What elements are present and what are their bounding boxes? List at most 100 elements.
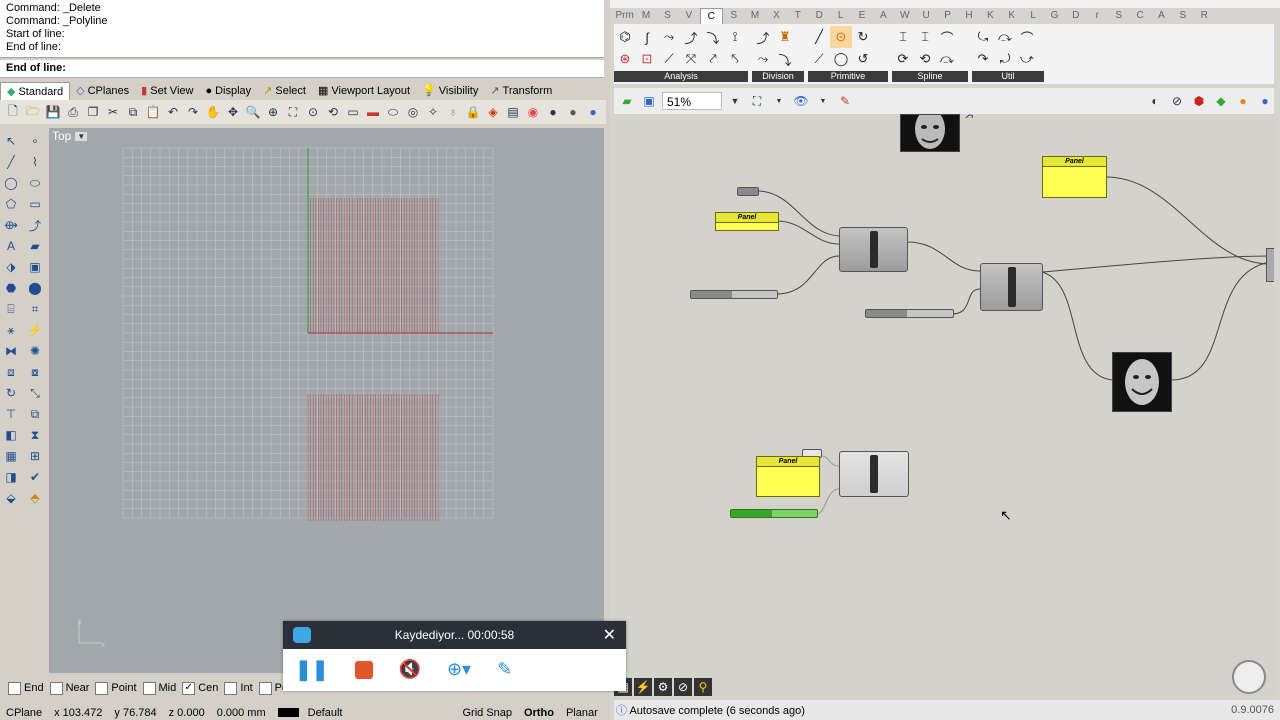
layer-icon[interactable]: ◈ — [484, 103, 502, 121]
curve-curv-icon[interactable]: ⤣ — [724, 48, 746, 70]
circle-icon[interactable]: ◯ — [2, 174, 20, 192]
webcam-icon[interactable]: ⊕▾ — [447, 659, 471, 680]
text-icon[interactable]: A — [2, 237, 20, 255]
point-icon[interactable]: ∘ — [26, 132, 44, 150]
viewport-title[interactable]: Top ▼ — [52, 129, 88, 143]
solid-icon[interactable]: ⬣ — [2, 279, 20, 297]
close-icon[interactable]: ✕ — [603, 625, 616, 645]
polyline-icon[interactable]: ⌶ — [892, 26, 914, 48]
target-icon[interactable]: ◎ — [404, 103, 422, 121]
curve-length-icon[interactable]: ∫ — [636, 26, 658, 48]
curve-div-icon[interactable]: ⟋ — [658, 48, 680, 70]
analyze-icon[interactable]: ◨ — [2, 468, 20, 486]
extend-icon[interactable]: ⤾ — [994, 48, 1016, 70]
snap-cen[interactable]: ✓ Cen — [182, 681, 218, 695]
polygon-icon[interactable]: ⬠ — [2, 195, 20, 213]
offset-icon[interactable]: ⤿ — [972, 26, 994, 48]
nurbs-icon[interactable]: ⌒ — [936, 26, 958, 48]
panel-component[interactable]: Panel — [1042, 156, 1107, 198]
tab-display[interactable]: ● Display — [199, 82, 257, 100]
scale-icon[interactable]: ⤡ — [26, 384, 44, 402]
checkbox[interactable] — [224, 681, 238, 695]
gh-tab[interactable]: G — [1044, 8, 1065, 24]
gh-tab[interactable]: D — [1065, 8, 1086, 24]
curve-frame-icon[interactable]: ⤵ — [702, 26, 724, 48]
chevron-down-icon[interactable]: ▼ — [814, 92, 832, 110]
gh-tab[interactable]: S — [657, 8, 678, 24]
image-sampler-component[interactable] — [900, 114, 960, 152]
save-icon[interactable]: 💾 — [44, 103, 62, 121]
gh-tab[interactable]: X — [766, 8, 787, 24]
ellipse-icon[interactable]: ⬭ — [26, 174, 44, 192]
gh-tab[interactable]: U — [915, 8, 936, 24]
gh-component[interactable] — [980, 263, 1043, 311]
extrude-icon[interactable]: ⬗ — [2, 258, 20, 276]
car-icon[interactable]: ▬ — [364, 103, 382, 121]
gh-canvas[interactable]: Panel Panel Panel ↖ — [614, 114, 1274, 700]
widget-icon[interactable]: ⚲ — [694, 678, 712, 696]
snap-point[interactable]: Point — [95, 681, 137, 695]
preview-mode-icon[interactable]: ◐ — [1146, 92, 1164, 110]
canvas-edge-component[interactable] — [1266, 248, 1274, 282]
wire-mode-icon[interactable]: ⊘ — [1168, 92, 1186, 110]
curve-eval-icon[interactable]: ⤴ — [680, 26, 702, 48]
surface-icon[interactable]: ▰ — [26, 237, 44, 255]
image-sampler-component[interactable] — [1112, 352, 1172, 412]
gh-tab[interactable]: R — [1194, 8, 1215, 24]
join-icon[interactable]: ⌒ — [1016, 26, 1038, 48]
line-sdl-icon[interactable]: ⟋ — [808, 48, 830, 70]
gh-component[interactable] — [839, 227, 908, 272]
color-wheel-icon[interactable]: ◉ — [524, 103, 542, 121]
rectangle-icon[interactable]: ▭ — [26, 195, 44, 213]
polyline-icon[interactable]: ⌇ — [26, 153, 44, 171]
gh-tab[interactable]: r — [1087, 8, 1108, 24]
zoom-extents-icon[interactable]: ⛶ — [284, 103, 302, 121]
grid-snap-toggle[interactable]: Grid Snap — [456, 706, 518, 720]
gh-tab[interactable]: K — [980, 8, 1001, 24]
join-icon[interactable]: ⧓ — [2, 342, 20, 360]
material-sphere-icon[interactable]: ● — [564, 103, 582, 121]
gh-tab[interactable]: M — [635, 8, 656, 24]
number-slider[interactable] — [865, 309, 954, 318]
lock-icon[interactable]: 🔒 — [464, 103, 482, 121]
line-icon[interactable]: ╱ — [2, 153, 20, 171]
render-sphere-icon[interactable]: ● — [544, 103, 562, 121]
render-icon[interactable]: ● — [584, 103, 602, 121]
checkbox[interactable] — [8, 681, 21, 695]
checkbox-checked[interactable]: ✓ — [182, 681, 196, 695]
gh-tab[interactable]: D — [809, 8, 830, 24]
fillet-icon[interactable]: ⤴ — [26, 216, 44, 234]
fillet-icon[interactable]: ⤼ — [994, 26, 1016, 48]
tab-select[interactable]: ↗ Select — [257, 82, 312, 100]
gumball-icon[interactable]: ⚹ — [2, 321, 20, 339]
check-icon[interactable]: ✔ — [26, 468, 44, 486]
paste-icon[interactable]: 📋 — [144, 103, 162, 121]
snap-near[interactable]: Near — [49, 681, 89, 695]
hierarchy-icon[interactable]: ⊞ — [26, 447, 44, 465]
gh-tab[interactable]: P — [937, 8, 958, 24]
grid-array-icon[interactable]: ▦ — [2, 447, 20, 465]
blend-icon[interactable]: ⤼ — [936, 48, 958, 70]
select-arrow-icon[interactable]: ↖ — [2, 132, 20, 150]
mute-icon[interactable]: 🔇 — [399, 659, 421, 680]
gh-tab[interactable]: W — [894, 8, 915, 24]
print-icon[interactable]: ⎙ — [64, 103, 82, 121]
tab-viewport-layout[interactable]: ▦ Viewport Layout — [312, 82, 416, 100]
bezier-icon[interactable]: ⟳ — [892, 48, 914, 70]
shaded-mode-icon[interactable]: ⬢ — [1190, 92, 1208, 110]
array-icon[interactable]: ⧉ — [26, 405, 44, 423]
zoom-selected-icon[interactable]: ⊙ — [304, 103, 322, 121]
copy-icon[interactable]: ❐ — [84, 103, 102, 121]
gh-component-disabled[interactable] — [839, 451, 909, 497]
flip-icon[interactable]: ↷ — [972, 48, 994, 70]
number-slider[interactable] — [690, 290, 778, 299]
gh-tab[interactable]: H — [958, 8, 979, 24]
undo-icon[interactable]: ↶ — [164, 103, 182, 121]
sketch-icon[interactable]: ✎ — [836, 92, 854, 110]
number-slider[interactable] — [737, 187, 759, 196]
divide-curve-icon[interactable]: ⤴ — [752, 26, 774, 48]
curve-closest-icon[interactable]: ⤳ — [658, 26, 680, 48]
arc-icon[interactable]: ↻ — [852, 26, 874, 48]
zoom-icon[interactable]: 🔍 — [244, 103, 262, 121]
paint-icon[interactable]: ⬘ — [26, 489, 44, 507]
